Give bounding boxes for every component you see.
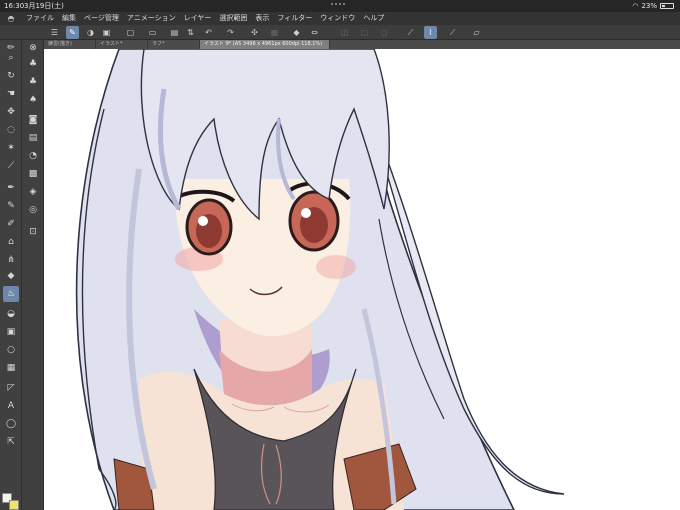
menu-icon[interactable]: ☰ <box>48 26 61 39</box>
menu-edit[interactable]: 編集 <box>58 12 80 25</box>
eyedropper-icon[interactable]: ⟋ <box>3 158 19 174</box>
ruler-icon[interactable]: ▱ <box>470 26 483 39</box>
new-file-icon[interactable]: ▣ <box>100 26 113 39</box>
sub-tool-3-icon[interactable]: ♠ <box>25 92 41 108</box>
status-right: ◠ 23% <box>632 0 674 12</box>
crop-icon[interactable]: ◻ <box>378 26 391 39</box>
tool-column-primary: ✏ ⌕ ↻ ☚ ✥ ◌ ✶ ⟋ ✒ ✎ ✐ ⌂ ⋔ ◆ ♨ ◒ ▣ ○ ▦ ◸ … <box>0 40 22 510</box>
move-icon[interactable]: ✥ <box>3 104 19 120</box>
pen-pressure-icon[interactable]: ✎ <box>66 26 79 39</box>
blend-icon[interactable]: ♨ <box>3 286 19 302</box>
menu-page[interactable]: ページ管理 <box>80 12 123 25</box>
menu-animation[interactable]: アニメーション <box>123 12 180 25</box>
settings-icon[interactable]: ◑ <box>84 26 97 39</box>
pencil-icon[interactable]: ✎ <box>3 198 19 214</box>
deselect-icon[interactable]: ▢ <box>358 26 371 39</box>
color-wheel-icon[interactable]: ◔ <box>25 148 41 164</box>
eraser-icon[interactable]: ◆ <box>3 268 19 284</box>
color-set-icon[interactable]: ▩ <box>25 166 41 182</box>
sub-color-swatch[interactable] <box>9 500 19 510</box>
tab-rough[interactable]: ラフ* <box>148 40 200 49</box>
save-icon[interactable]: ▤ <box>168 26 181 39</box>
sub-tool-panel-icon[interactable]: ⊗ <box>25 40 41 56</box>
tab-illust-9[interactable]: イラスト 9* (A5 3496 x 4961px 600dpi 118.1%) <box>200 40 330 49</box>
frame-icon[interactable]: ▦ <box>3 360 19 376</box>
open-folder-icon[interactable]: ▭ <box>146 26 159 39</box>
material-icon[interactable]: ◎ <box>25 202 41 218</box>
illustration-artwork <box>75 49 565 510</box>
undo-icon[interactable]: ↶ <box>202 26 215 39</box>
document-tabs: 練習(描き) イラスト* ラフ* イラスト 9* (A5 3496 x 4961… <box>44 40 680 49</box>
print-icon[interactable]: ⇅ <box>184 26 197 39</box>
wifi-icon: ◠ <box>632 2 639 10</box>
navigator-icon[interactable]: ◙ <box>25 112 41 128</box>
drawing-canvas[interactable] <box>44 49 680 510</box>
stabilizer-icon[interactable]: ⟋ <box>446 26 459 39</box>
menu-selection[interactable]: 選択範囲 <box>215 12 251 25</box>
command-bar: ☰ ✎ ◑ ▣ ▢ ▭ ▤ ⇅ ↶ ↷ ✣ ▦ ◆ ⇔ ◫ ▢ ◻ ⟋ ⌇ ⟋ … <box>0 25 680 40</box>
clear-icon[interactable]: ✣ <box>248 26 261 39</box>
fill-tool-icon[interactable]: ◒ <box>3 306 19 322</box>
menu-filter[interactable]: フィルター <box>273 12 316 25</box>
status-time: 16:30 <box>4 2 25 10</box>
pen-tool-icon[interactable]: ✒ <box>3 180 19 196</box>
redo-icon[interactable]: ↷ <box>224 26 237 39</box>
battery-percent: 23% <box>641 2 657 10</box>
menu-view[interactable]: 表示 <box>251 12 273 25</box>
ipad-status-bar: 16:30 3月19日(土) ◠ 23% <box>0 0 680 12</box>
layer-panel-icon[interactable]: ◈ <box>25 184 41 200</box>
material-panel-icon[interactable]: ⊡ <box>25 224 41 240</box>
fill-icon[interactable]: ▦ <box>268 26 281 39</box>
transform-icon[interactable]: ◆ <box>290 26 303 39</box>
sub-tool-2-icon[interactable]: ♣ <box>25 74 41 90</box>
menu-layer[interactable]: レイヤー <box>180 12 216 25</box>
menu-help[interactable]: ヘルプ <box>359 12 388 25</box>
vector-icon[interactable]: ⌇ <box>424 26 437 39</box>
menu-bar: ◓ ファイル 編集 ページ管理 アニメーション レイヤー 選択範囲 表示 フィル… <box>0 12 680 25</box>
lasso-icon[interactable]: ◌ <box>3 122 19 138</box>
airbrush-icon[interactable]: ⋔ <box>3 252 19 268</box>
rotate-icon[interactable]: ◫ <box>338 26 351 39</box>
battery-icon <box>660 3 674 9</box>
figure-icon[interactable]: ○ <box>3 342 19 358</box>
gradient-icon[interactable]: ▣ <box>3 324 19 340</box>
flip-icon[interactable]: ⇔ <box>308 26 321 39</box>
correct-line-icon[interactable]: ⇱ <box>3 434 19 450</box>
brush-icon[interactable]: ⌂ <box>3 234 19 250</box>
text-icon[interactable]: A <box>3 398 19 414</box>
clip-studio-window: 16:30 3月19日(土) ◠ 23% ◓ ファイル 編集 ページ管理 アニメ… <box>0 0 680 510</box>
sub-tool-1-icon[interactable]: ♣ <box>25 56 41 72</box>
menu-file[interactable]: ファイル <box>22 12 58 25</box>
ruler-tool-icon[interactable]: ◸ <box>3 380 19 396</box>
pen-icon[interactable]: ⟋ <box>404 26 417 39</box>
app-logo-icon[interactable]: ◓ <box>0 12 22 25</box>
tab-illust[interactable]: イラスト* <box>96 40 148 49</box>
layer-property-icon[interactable]: ▤ <box>25 130 41 146</box>
wand-icon[interactable]: ✶ <box>3 140 19 156</box>
new-canvas-icon[interactable]: ▢ <box>124 26 137 39</box>
rotate-view-icon[interactable]: ↻ <box>3 68 19 84</box>
balloon-icon[interactable]: ◯ <box>3 416 19 432</box>
hand-icon[interactable]: ☚ <box>3 86 19 102</box>
zoom-icon[interactable]: ⌕ <box>3 50 19 66</box>
menu-window[interactable]: ウィンドウ <box>316 12 359 25</box>
status-date: 3月19日(土) <box>24 2 64 10</box>
multitask-dots-icon[interactable] <box>331 3 345 5</box>
tool-column-sub: ⊗ ♣ ♣ ♠ ◙ ▤ ◔ ▩ ◈ ◎ ⊡ <box>22 40 44 510</box>
marker-icon[interactable]: ✐ <box>3 216 19 232</box>
tab-practice[interactable]: 練習(描き) <box>44 40 96 49</box>
